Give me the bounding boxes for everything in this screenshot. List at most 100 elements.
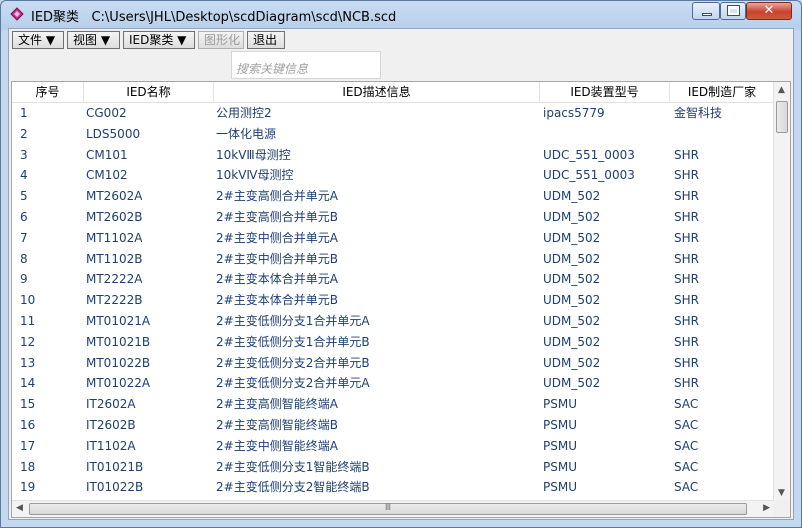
app-diamond-icon — [10, 7, 24, 21]
table-row[interactable]: 5 MT2602A 2#主变高侧合并单元A UDM_502 SHR — [12, 186, 774, 207]
cell-ied-maker: SHR — [674, 355, 699, 370]
table-row[interactable]: 11 MT01021A 2#主变低侧分支1合并单元A UDM_502 SHR — [12, 311, 774, 332]
ied-cluster-menu-button[interactable]: IED聚类 ▼ — [123, 31, 195, 49]
cell-ied-maker: SHR — [674, 189, 699, 204]
cell-ied-maker: SHR — [674, 251, 699, 266]
cell-ied-name: CG002 — [86, 106, 127, 120]
cell-index: 19 — [20, 480, 36, 495]
cell-ied-model: UDM_502 — [543, 272, 601, 287]
cell-ied-desc: 2#主变高侧合并单元A — [216, 189, 338, 204]
cell-ied-maker: SAC — [674, 417, 699, 432]
table-row[interactable]: 8 MT1102B 2#主变中侧合并单元B UDM_502 SHR — [12, 249, 774, 270]
table-row[interactable]: 19 IT01022B 2#主变低侧分支2智能终端B PSMU SAC — [12, 477, 774, 498]
view-menu-button[interactable]: 视图 ▼ — [67, 31, 120, 49]
vertical-scrollbar[interactable]: ▲ ▼ — [773, 82, 790, 500]
cell-ied-name: IT1102A — [86, 438, 136, 453]
cell-ied-name: MT2222B — [86, 293, 143, 308]
table-row[interactable]: 13 MT01022B 2#主变低侧分支2合并单元B UDM_502 SHR — [12, 353, 774, 374]
app-window: IED聚类 C:\Users\JHL\Desktop\scdDiagram\sc… — [0, 0, 802, 528]
table-row[interactable]: 18 IT01021B 2#主变低侧分支1智能终端B PSMU SAC — [12, 457, 774, 478]
ied-table: 序号 IED名称 IED描述信息 IED装置型号 IED制造厂家 1 CG002 公… — [11, 81, 791, 518]
cell-ied-model: UDC_551_0003 — [543, 147, 635, 162]
cell-ied-maker: SHR — [674, 147, 699, 162]
search-input[interactable]: 搜索关键信息 — [231, 51, 381, 79]
cell-ied-desc: 一体化电源 — [216, 126, 277, 141]
maximize-button[interactable] — [720, 2, 746, 20]
cell-ied-model: PSMU — [543, 480, 577, 495]
table-row[interactable]: 7 MT1102A 2#主变中侧合并单元A UDM_502 SHR — [12, 228, 774, 249]
close-icon: ✕ — [763, 3, 775, 18]
cell-ied-maker: SHR — [674, 376, 699, 391]
column-header-ied-model[interactable]: IED装置型号 — [540, 82, 670, 102]
cell-ied-model: UDM_502 — [543, 189, 601, 204]
cell-index: 12 — [20, 334, 36, 349]
column-header-ied-name[interactable]: IED名称 — [84, 82, 214, 102]
cell-ied-name: MT01021B — [86, 334, 151, 349]
cell-ied-model: UDM_502 — [543, 313, 601, 328]
table-row[interactable]: 1 CG002 公用测控2 ipacs5779 金智科技 — [12, 103, 774, 124]
table-row[interactable]: 4 CM102 10kVⅣ母测控 UDC_551_0003 SHR — [12, 165, 774, 186]
cell-ied-desc: 2#主变中侧合并单元B — [216, 251, 338, 266]
window-title: IED聚类 C:\Users\JHL\Desktop\scdDiagram\sc… — [31, 10, 397, 25]
scroll-right-arrow-icon[interactable]: ▶ — [763, 503, 770, 513]
table-row[interactable]: 9 MT2222A 2#主变本体合并单元A UDM_502 SHR — [12, 269, 774, 290]
cell-ied-model: UDM_502 — [543, 376, 601, 391]
cell-ied-maker: SAC — [674, 438, 699, 453]
cell-index: 11 — [20, 313, 36, 328]
cell-ied-maker: SHR — [674, 313, 699, 328]
close-button[interactable]: ✕ — [746, 2, 792, 20]
table-row[interactable]: 2 LDS5000 一体化电源 — [12, 124, 774, 145]
cell-ied-desc: 2#主变低侧分支2合并单元B — [216, 355, 370, 370]
cell-ied-name: LDS5000 — [86, 126, 141, 141]
cell-ied-model: UDM_502 — [543, 230, 601, 245]
column-header-index[interactable]: 序号 — [12, 82, 84, 102]
file-menu-button[interactable]: 文件 ▼ — [12, 31, 64, 49]
exit-button[interactable]: 退出 — [247, 31, 285, 49]
minimize-icon — [702, 13, 712, 16]
table-row[interactable]: 6 MT2602B 2#主变高侧合并单元B UDM_502 SHR — [12, 207, 774, 228]
table-row[interactable]: 10 MT2222B 2#主变本体合并单元B UDM_502 SHR — [12, 290, 774, 311]
table-row[interactable]: 15 IT2602A 2#主变高侧智能终端A PSMU SAC — [12, 394, 774, 415]
table-row[interactable]: 3 CM101 10kVⅢ母测控 UDC_551_0003 SHR — [12, 145, 774, 166]
cell-index: 14 — [20, 376, 36, 391]
column-header-ied-maker[interactable]: IED制造厂家 — [670, 82, 774, 102]
cell-index: 8 — [20, 251, 28, 266]
cell-ied-maker: SHR — [674, 293, 699, 308]
cell-index: 3 — [20, 147, 28, 162]
cell-ied-maker: SHR — [674, 230, 699, 245]
table-row[interactable]: 17 IT1102A 2#主变中侧智能终端A PSMU SAC — [12, 436, 774, 457]
minimize-button[interactable] — [692, 2, 720, 20]
cell-ied-model: PSMU — [543, 417, 577, 432]
cell-ied-name: MT1102A — [86, 230, 143, 245]
cell-ied-name: MT2602A — [86, 189, 143, 204]
cell-ied-desc: 2#主变低侧分支2智能终端B — [216, 480, 370, 495]
cell-ied-desc: 2#主变高侧智能终端A — [216, 397, 338, 412]
cell-ied-maker: SHR — [674, 272, 699, 287]
scroll-left-arrow-icon[interactable]: ◀ — [16, 503, 23, 513]
table-row[interactable]: 12 MT01021B 2#主变低侧分支1合并单元B UDM_502 SHR — [12, 332, 774, 353]
scroll-up-arrow-icon[interactable]: ▲ — [778, 85, 785, 95]
cell-ied-maker: SAC — [674, 397, 699, 412]
title-bar[interactable]: IED聚类 C:\Users\JHL\Desktop\scdDiagram\sc… — [1, 1, 801, 27]
maximize-icon — [727, 5, 740, 16]
cell-index: 7 — [20, 230, 28, 245]
cell-ied-maker: SHR — [674, 168, 699, 183]
vertical-scroll-thumb[interactable] — [776, 101, 788, 133]
cell-ied-name: CM102 — [86, 168, 128, 183]
cell-ied-name: IT01022B — [86, 480, 144, 495]
cell-ied-name: MT2602B — [86, 209, 143, 224]
cell-index: 15 — [20, 397, 36, 412]
scroll-down-arrow-icon[interactable]: ▼ — [778, 488, 785, 498]
cell-ied-desc: 10kVⅢ母测控 — [216, 147, 291, 162]
cell-ied-model: UDM_502 — [543, 355, 601, 370]
graph-button[interactable]: 图形化 — [198, 31, 244, 49]
table-row[interactable]: 16 IT2602B 2#主变高侧智能终端B PSMU SAC — [12, 415, 774, 436]
scrollbar-corner — [773, 500, 790, 517]
cell-ied-desc: 2#主变高侧合并单元B — [216, 209, 338, 224]
cell-index: 13 — [20, 355, 36, 370]
horizontal-scroll-thumb[interactable]: Ⅲ — [29, 503, 747, 515]
table-row[interactable]: 14 MT01022A 2#主变低侧分支2合并单元A UDM_502 SHR — [12, 373, 774, 394]
horizontal-scrollbar[interactable]: ◀ Ⅲ ▶ — [12, 500, 774, 517]
cell-index: 9 — [20, 272, 28, 287]
column-header-ied-desc[interactable]: IED描述信息 — [214, 82, 540, 102]
